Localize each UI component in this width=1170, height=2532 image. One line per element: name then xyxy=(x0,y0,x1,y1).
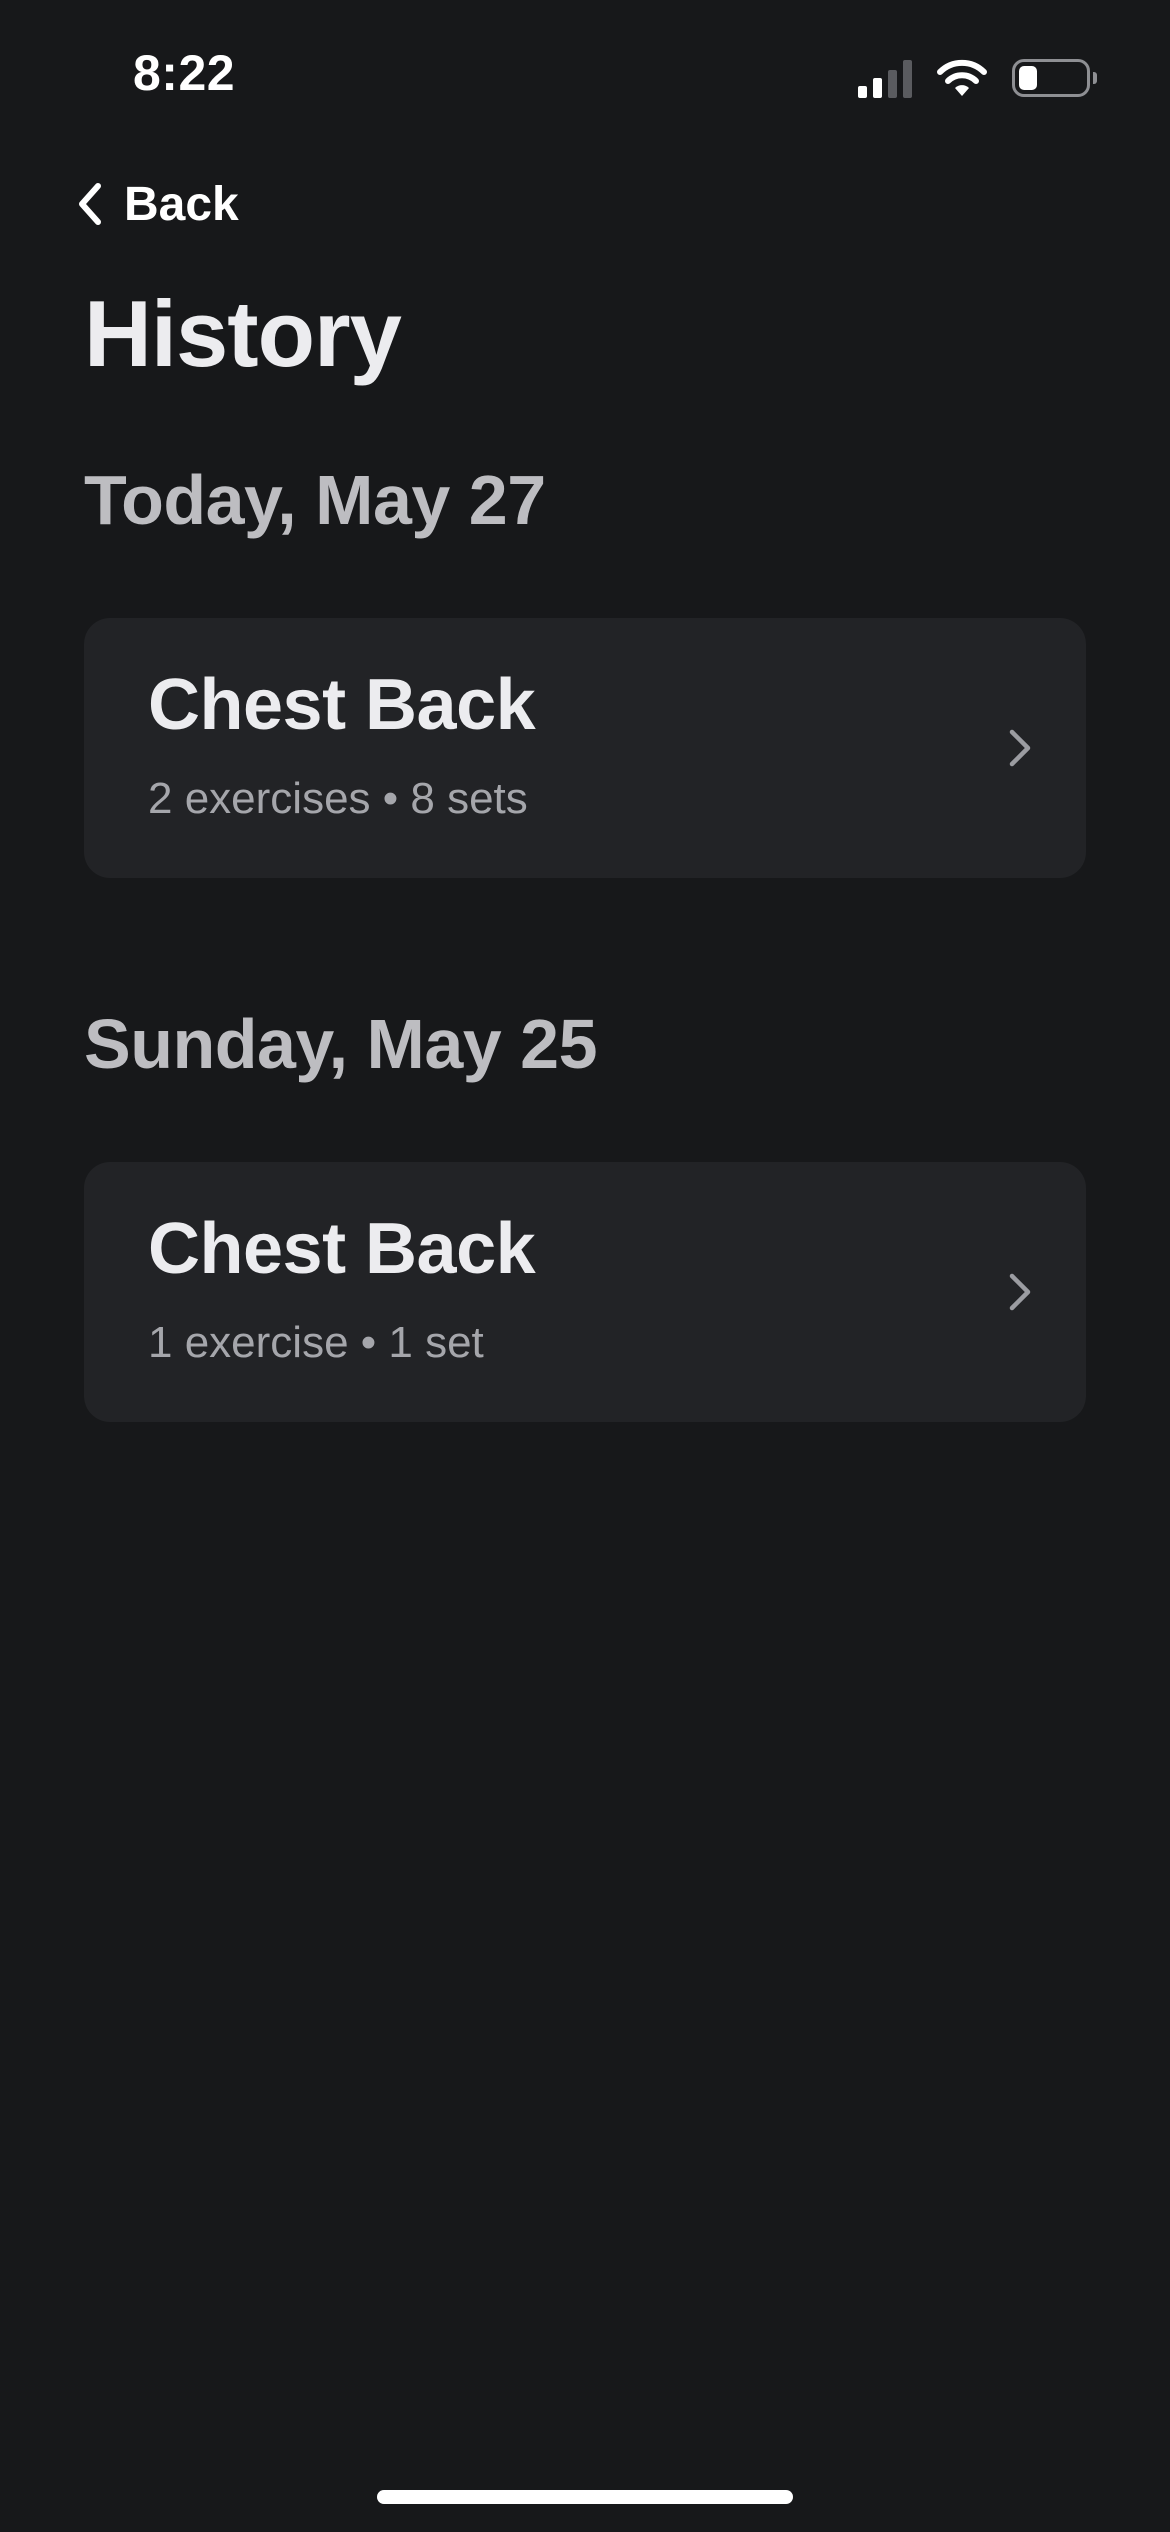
status-time: 8:22 xyxy=(133,45,236,101)
workout-summary: 1 exercise • 1 set xyxy=(148,1318,484,1367)
back-label: Back xyxy=(124,177,239,231)
workout-title: Chest Back xyxy=(148,665,536,745)
page-title: History xyxy=(84,281,402,386)
workout-title: Chest Back xyxy=(148,1209,536,1289)
status-icons xyxy=(858,56,1097,100)
section-date-header: Sunday, May 25 xyxy=(84,1005,598,1083)
section-date-header: Today, May 27 xyxy=(84,461,546,539)
home-indicator[interactable] xyxy=(377,2490,793,2504)
chevron-right-icon xyxy=(1009,729,1031,767)
wifi-icon xyxy=(937,59,987,96)
workout-summary: 2 exercises • 8 sets xyxy=(148,774,528,823)
chevron-left-icon xyxy=(79,183,101,225)
chevron-right-icon xyxy=(1009,1273,1031,1311)
back-button[interactable]: Back xyxy=(76,172,239,236)
cellular-signal-icon xyxy=(858,58,912,98)
workout-card[interactable]: Chest Back 2 exercises • 8 sets xyxy=(84,618,1086,878)
workout-card[interactable]: Chest Back 1 exercise • 1 set xyxy=(84,1162,1086,1422)
battery-icon xyxy=(1012,59,1097,97)
